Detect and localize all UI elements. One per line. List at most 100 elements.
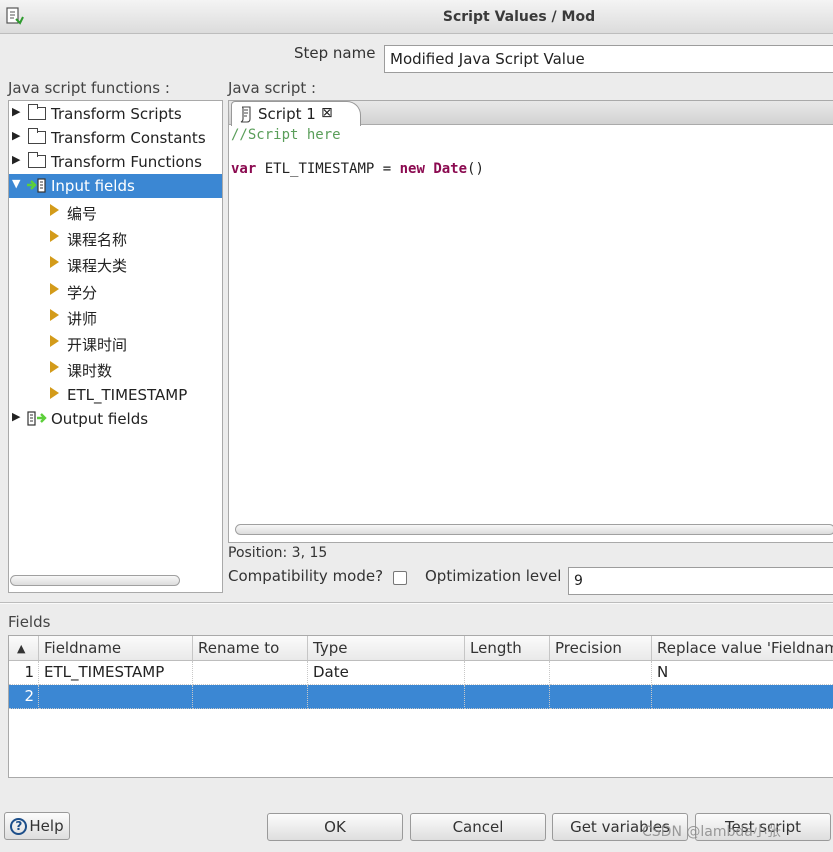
column-header-replace[interactable]: Replace value 'Fieldname' or 'Rename to' bbox=[652, 636, 833, 661]
cursor-position: Position: 3, 15 bbox=[228, 545, 328, 561]
tree-item-label: Transform Functions bbox=[51, 153, 202, 171]
cell-rename[interactable] bbox=[193, 661, 308, 685]
tree-item-transform-scripts[interactable]: ▶ Transform Scripts bbox=[9, 102, 222, 126]
code-text: ETL_TIMESTAMP = bbox=[256, 161, 400, 177]
input-field-label: 课程大类 bbox=[67, 257, 128, 275]
field-triangle-icon bbox=[50, 361, 59, 373]
script-editor[interactable]: Script 1 ⊠ //Script here var ETL_TIMESTA… bbox=[228, 100, 833, 543]
optimization-level-input[interactable]: 9 bbox=[568, 567, 833, 595]
expand-arrow-icon[interactable]: ▶ bbox=[12, 410, 20, 423]
fields-table[interactable]: ▲ Fieldname Rename to Type Length Precis… bbox=[8, 635, 833, 778]
tree-item-label: Transform Constants bbox=[51, 129, 206, 147]
input-field-item[interactable]: ETL_TIMESTAMP bbox=[9, 383, 222, 409]
column-header-fieldname[interactable]: Fieldname bbox=[39, 636, 193, 661]
cell-type[interactable] bbox=[308, 685, 465, 709]
field-triangle-icon bbox=[50, 309, 59, 321]
help-label: Help bbox=[29, 817, 64, 835]
input-field-item[interactable]: 学分 bbox=[9, 279, 222, 305]
script-tab-bar: Script 1 ⊠ bbox=[229, 101, 833, 126]
folder-icon bbox=[28, 104, 46, 120]
keyword-new: new bbox=[399, 161, 425, 177]
cell-rename[interactable] bbox=[193, 685, 308, 709]
code-statement: var ETL_TIMESTAMP = new Date() bbox=[231, 161, 833, 178]
input-field-item[interactable]: 课程名称 bbox=[9, 226, 222, 252]
expand-arrow-icon[interactable]: ▶ bbox=[12, 129, 20, 142]
expand-arrow-icon[interactable]: ▶ bbox=[12, 153, 20, 166]
tree-item-input-fields[interactable]: ▼ Input fields bbox=[9, 174, 222, 198]
cell-replace[interactable]: N bbox=[652, 661, 833, 685]
input-field-label: 讲师 bbox=[67, 310, 98, 328]
tab-label: Script 1 bbox=[258, 105, 316, 123]
tree-item-output-fields[interactable]: ▶ Output fields bbox=[9, 407, 222, 431]
compatibility-mode-label: Compatibility mode? bbox=[228, 567, 384, 585]
sort-indicator-icon[interactable]: ▲ bbox=[9, 636, 39, 661]
input-field-label: 课时数 bbox=[67, 362, 113, 380]
watermark: CSDN @lambda小张 bbox=[642, 824, 781, 840]
keyword-var: var bbox=[231, 161, 257, 177]
title-bar: Script Values / Mod bbox=[0, 0, 833, 34]
compatibility-mode-checkbox[interactable] bbox=[393, 571, 407, 585]
code-comment: //Script here bbox=[231, 127, 341, 143]
cell-precision[interactable] bbox=[550, 661, 652, 685]
editor-label: Java script : bbox=[228, 79, 317, 97]
field-triangle-icon bbox=[50, 230, 59, 242]
input-field-label: 学分 bbox=[67, 284, 98, 302]
cell-fieldname[interactable]: ETL_TIMESTAMP bbox=[39, 661, 193, 685]
column-header-length[interactable]: Length bbox=[465, 636, 550, 661]
editor-horizontal-scrollbar[interactable] bbox=[235, 524, 833, 535]
script-icon bbox=[240, 106, 251, 123]
field-triangle-icon bbox=[50, 256, 59, 268]
input-field-item[interactable]: 讲师 bbox=[9, 305, 222, 331]
column-header-precision[interactable]: Precision bbox=[550, 636, 652, 661]
fields-label: Fields bbox=[8, 613, 51, 631]
cell-replace[interactable] bbox=[652, 685, 833, 709]
cell-precision[interactable] bbox=[550, 685, 652, 709]
ok-button[interactable]: OK bbox=[267, 813, 403, 841]
input-field-item[interactable]: 开课时间 bbox=[9, 331, 222, 357]
help-button[interactable]: ? Help bbox=[4, 812, 70, 840]
tree-item-label: Transform Scripts bbox=[51, 105, 182, 123]
collapse-arrow-icon[interactable]: ▼ bbox=[12, 177, 20, 190]
cancel-button[interactable]: Cancel bbox=[410, 813, 546, 841]
input-field-label: 开课时间 bbox=[67, 336, 128, 354]
column-header-type[interactable]: Type bbox=[308, 636, 465, 661]
row-number[interactable]: 2 bbox=[9, 685, 39, 709]
input-field-item[interactable]: 课时数 bbox=[9, 357, 222, 383]
input-field-item[interactable]: 编号 bbox=[9, 200, 222, 226]
cell-length[interactable] bbox=[465, 685, 550, 709]
section-divider bbox=[0, 602, 833, 604]
folder-icon bbox=[28, 152, 46, 168]
tree-item-label: Output fields bbox=[51, 410, 149, 428]
field-triangle-icon bbox=[50, 335, 59, 347]
row-number[interactable]: 1 bbox=[9, 661, 39, 685]
window-title: Script Values / Mod bbox=[442, 9, 596, 25]
input-fields-icon bbox=[27, 178, 46, 193]
tree-horizontal-scrollbar[interactable] bbox=[10, 575, 180, 586]
tree-item-transform-constants[interactable]: ▶ Transform Constants bbox=[9, 126, 222, 150]
close-tab-icon[interactable]: ⊠ bbox=[321, 105, 333, 121]
tree-item-transform-functions[interactable]: ▶ Transform Functions bbox=[9, 150, 222, 174]
code-text: () bbox=[467, 161, 484, 177]
field-triangle-icon bbox=[50, 387, 59, 399]
field-triangle-icon bbox=[50, 204, 59, 216]
tab-script-1[interactable]: Script 1 ⊠ bbox=[231, 101, 361, 126]
functions-panel-label: Java script functions : bbox=[8, 79, 170, 97]
cell-type[interactable]: Date bbox=[308, 661, 465, 685]
input-field-item[interactable]: 课程大类 bbox=[9, 252, 222, 278]
functions-tree[interactable]: ▶ Transform Scripts ▶ Transform Constant… bbox=[8, 100, 223, 593]
step-name-input[interactable]: Modified Java Script Value bbox=[384, 45, 833, 73]
cell-fieldname[interactable] bbox=[39, 685, 193, 709]
code-area[interactable]: //Script here var ETL_TIMESTAMP = new Da… bbox=[229, 125, 833, 520]
expand-arrow-icon[interactable]: ▶ bbox=[12, 105, 20, 118]
tree-item-label: Input fields bbox=[51, 177, 135, 195]
input-field-label: ETL_TIMESTAMP bbox=[67, 386, 188, 404]
help-icon: ? bbox=[10, 818, 28, 835]
field-triangle-icon bbox=[50, 283, 59, 295]
input-field-label: 编号 bbox=[67, 205, 98, 223]
keyword-date: Date bbox=[433, 161, 468, 177]
column-header-rename[interactable]: Rename to bbox=[193, 636, 308, 661]
cell-length[interactable] bbox=[465, 661, 550, 685]
step-name-label: Step name bbox=[294, 44, 376, 62]
folder-icon bbox=[28, 128, 46, 144]
